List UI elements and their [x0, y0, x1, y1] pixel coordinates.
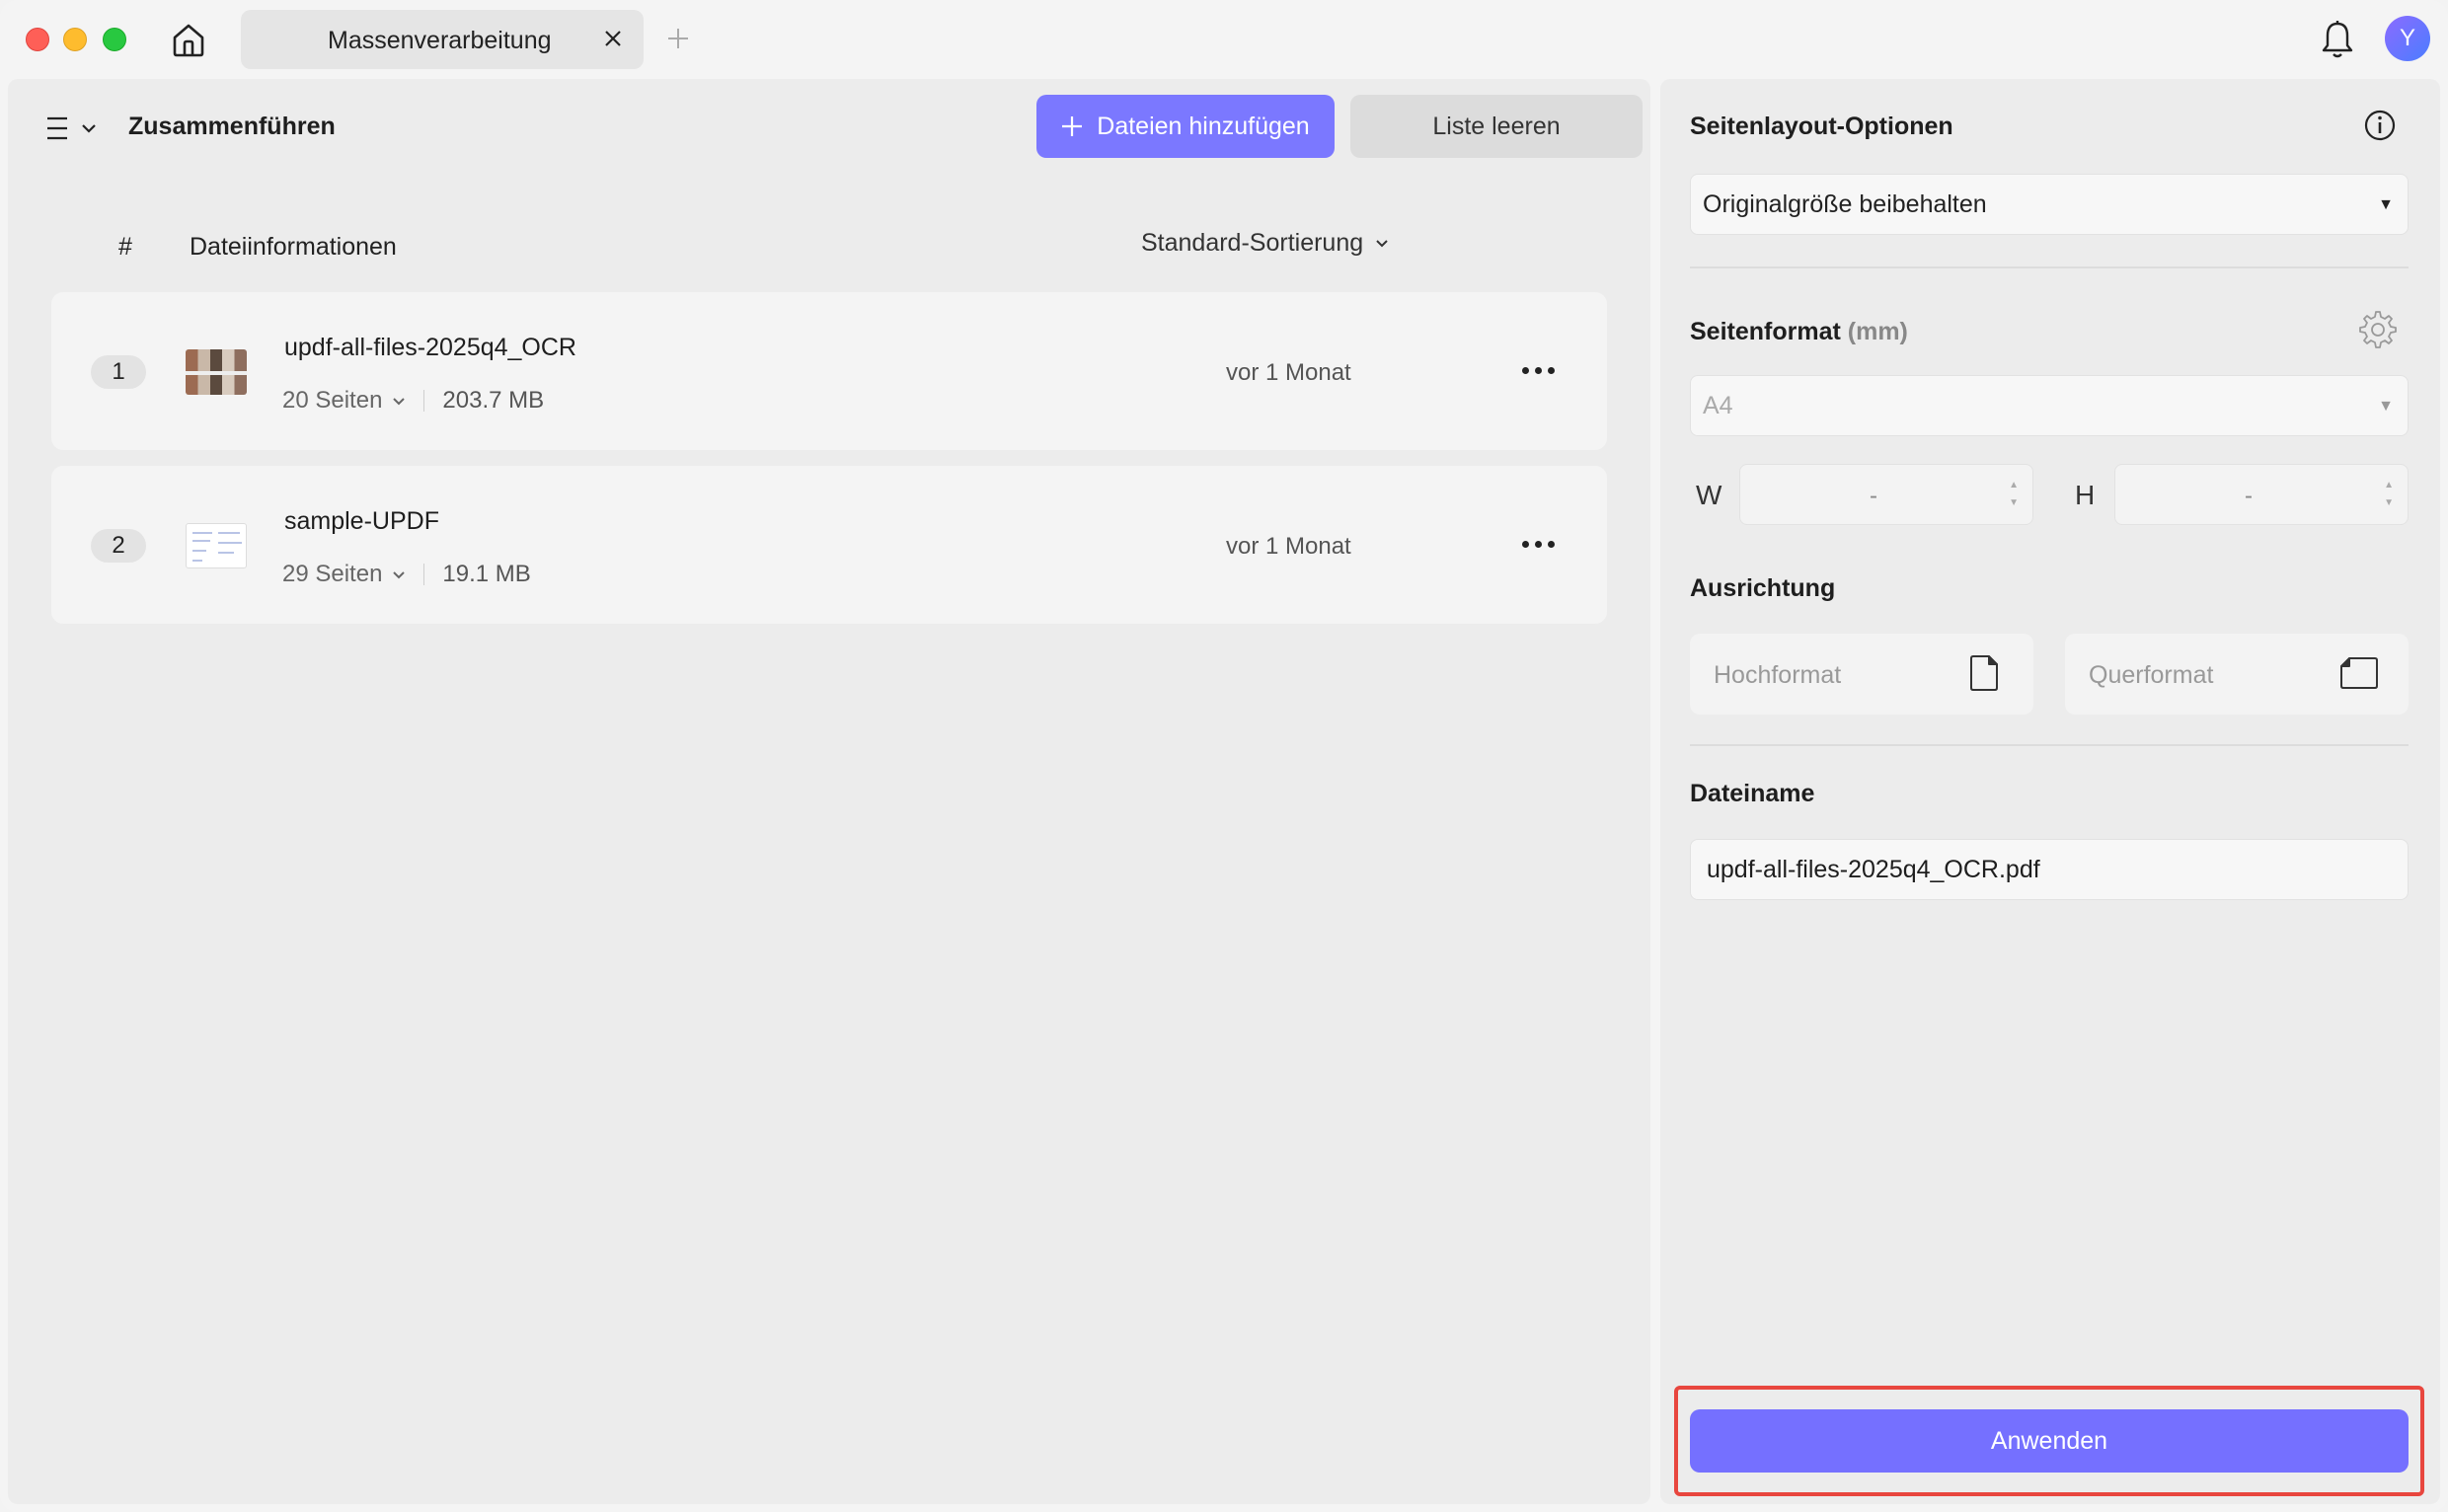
more-options-button[interactable] — [1512, 527, 1564, 561]
more-dot — [1547, 366, 1555, 374]
page-format-select[interactable]: A4 ▼ — [1690, 375, 2409, 436]
file-size: 19.1 MB — [442, 561, 531, 587]
orientation-title: Ausrichtung — [1690, 574, 1836, 602]
width-label: W — [1696, 480, 1722, 510]
filename-input[interactable]: updf-all-files-2025q4_OCR.pdf — [1690, 839, 2409, 900]
minimize-window-button[interactable] — [63, 28, 87, 51]
close-icon — [605, 31, 621, 46]
add-files-button[interactable]: Dateien hinzufügen — [1036, 95, 1335, 158]
home-icon — [173, 24, 204, 57]
height-label: H — [2075, 480, 2096, 510]
tab-label: Massenverarbeitung — [328, 27, 552, 54]
portrait-option[interactable]: Hochformat — [1690, 634, 2033, 715]
file-name: updf-all-files-2025q4_OCR — [284, 334, 576, 361]
plus-icon — [668, 29, 688, 48]
more-dot — [1521, 366, 1529, 374]
add-files-label: Dateien hinzufügen — [1097, 112, 1310, 140]
width-value: - — [1870, 483, 1877, 509]
caret-down-icon: ▼ — [2378, 196, 2394, 213]
page-count: 20 Seiten — [282, 387, 383, 414]
more-options-button[interactable] — [1512, 353, 1564, 387]
file-meta: 29 Seiten 19.1 MB — [282, 561, 531, 588]
more-dot — [1547, 540, 1555, 548]
file-row[interactable]: 2 sample-UPDF 29 Seiten 19.1 MB vor 1 Mo… — [51, 466, 1607, 624]
file-meta: 20 Seiten 203.7 MB — [282, 387, 544, 415]
divider — [1690, 266, 2409, 268]
chevron-down-icon — [82, 124, 96, 133]
maximize-window-button[interactable] — [103, 28, 126, 51]
page-count-dropdown[interactable]: 20 Seiten — [282, 387, 406, 415]
user-avatar[interactable]: Y — [2385, 16, 2430, 61]
tab-massenverarbeitung[interactable]: Massenverarbeitung — [241, 10, 644, 69]
page-count-dropdown[interactable]: 29 Seiten — [282, 561, 406, 588]
file-thumbnail — [186, 523, 247, 568]
hamburger-icon — [47, 116, 67, 140]
new-tab-button[interactable] — [663, 24, 693, 53]
gear-icon[interactable] — [2355, 308, 2397, 349]
clear-list-button[interactable]: Liste leeren — [1350, 95, 1643, 158]
more-dot — [1521, 540, 1529, 548]
more-dot — [1534, 366, 1542, 374]
app-window: Massenverarbeitung Y Zusammenführen Date… — [0, 0, 2448, 1512]
layout-select[interactable]: Originalgröße beibehalten ▼ — [1690, 174, 2409, 235]
file-name: sample-UPDF — [284, 507, 439, 535]
close-window-button[interactable] — [26, 28, 49, 51]
info-icon[interactable] — [2363, 109, 2397, 142]
column-header-file-info: Dateiinformationen — [190, 233, 397, 261]
chevron-down-icon — [393, 397, 406, 405]
width-input[interactable]: - ▲ ▼ — [1739, 464, 2033, 525]
page-format-unit: (mm) — [1847, 318, 1908, 345]
file-row[interactable]: 1 updf-all-files-2025q4_OCR 20 Seiten 20… — [51, 292, 1607, 450]
filename-title: Dateiname — [1690, 780, 1815, 807]
plus-icon — [1062, 116, 1083, 136]
section-title: Zusammenführen — [128, 113, 336, 140]
file-date: vor 1 Monat — [1226, 359, 1351, 386]
height-value: - — [2245, 483, 2253, 509]
page-format-value: A4 — [1703, 391, 1733, 419]
mode-menu-button[interactable] — [45, 111, 118, 146]
caret-down-icon: ▼ — [2378, 398, 2394, 415]
sort-dropdown[interactable]: Standard-Sortierung — [1141, 229, 1389, 258]
height-input[interactable]: - ▲ ▼ — [2114, 464, 2409, 525]
portrait-page-icon — [1970, 655, 1998, 691]
chevron-down-icon — [393, 570, 406, 578]
divider — [423, 564, 425, 585]
file-thumbnail — [186, 349, 247, 395]
page-format-label: Seitenformat — [1690, 318, 1841, 345]
landscape-label: Querformat — [2089, 661, 2214, 689]
row-number: 2 — [91, 529, 146, 563]
layout-select-value: Originalgröße beibehalten — [1703, 189, 1987, 218]
layout-options-title: Seitenlayout-Optionen — [1690, 113, 1953, 140]
stepper-icon[interactable]: ▲ ▼ — [2384, 477, 2394, 512]
portrait-label: Hochformat — [1714, 661, 1842, 689]
bell-icon — [2322, 21, 2353, 58]
apply-button[interactable]: Anwenden — [1690, 1409, 2409, 1473]
page-count: 29 Seiten — [282, 561, 383, 587]
title-bar: Massenverarbeitung Y — [0, 0, 2448, 79]
chevron-down-icon — [1376, 240, 1388, 248]
divider — [1690, 744, 2409, 746]
tab-close-button[interactable] — [600, 26, 626, 51]
options-panel: Seitenlayout-Optionen Originalgröße beib… — [1660, 79, 2440, 1504]
landscape-option[interactable]: Querformat — [2065, 634, 2409, 715]
landscape-page-icon — [2340, 657, 2378, 689]
file-size: 203.7 MB — [442, 387, 545, 414]
home-button[interactable] — [166, 18, 211, 61]
notifications-button[interactable] — [2318, 18, 2357, 61]
column-header-number: # — [118, 233, 132, 261]
file-date: vor 1 Monat — [1226, 533, 1351, 560]
file-list-panel: Zusammenführen Dateien hinzufügen Liste … — [8, 79, 1650, 1504]
divider — [423, 390, 425, 412]
stepper-icon[interactable]: ▲ ▼ — [2009, 477, 2019, 512]
more-dot — [1534, 540, 1542, 548]
page-format-title: Seitenformat (mm) — [1690, 318, 1908, 346]
row-number: 1 — [91, 355, 146, 389]
sort-label: Standard-Sortierung — [1141, 229, 1364, 257]
